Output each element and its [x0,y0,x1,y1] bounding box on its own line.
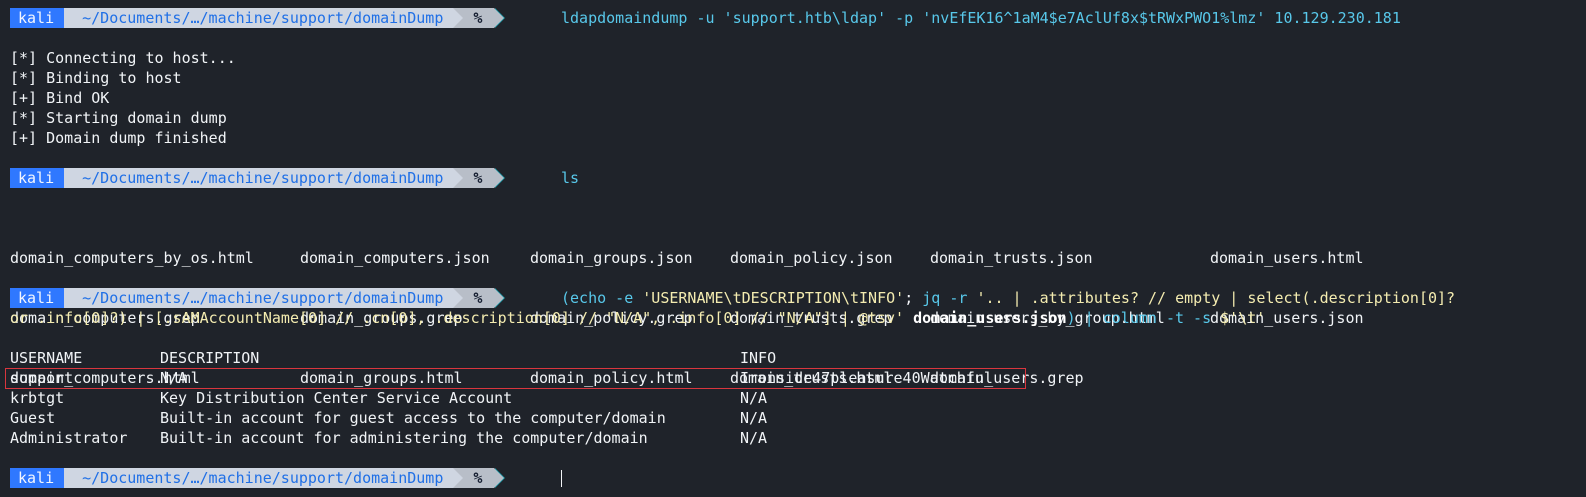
shell-prompt: kali ~/Documents/…/machine/support/domai… [10,168,506,188]
cell-username: Guest [10,409,56,427]
column-header: INFO [740,349,777,367]
output-line: [+] Domain dump finished [10,129,227,147]
output-line: [*] Starting domain dump [10,109,227,127]
prompt-user: kali [10,8,65,28]
text-cursor[interactable] [561,470,562,487]
output-line: [*] Binding to host [10,69,182,87]
file-item: domain_computers.json [300,249,490,267]
prompt-path: ~/Documents/…/machine/support/domainDump [64,288,464,308]
prompt-user: kali [10,168,65,188]
cell-info: N/A [740,389,768,407]
shell-prompt: kali ~/Documents/…/machine/support/domai… [10,468,506,488]
command-text-continued: or .info[0]?) | [.sAMAccountName[0] // .… [10,309,1266,327]
command-text: (echo -e 'USERNAME\tDESCRIPTION\tINFO'; … [561,289,1456,307]
prompt-user: kali [10,288,65,308]
prompt-path: ~/Documents/…/machine/support/domainDump [64,168,464,188]
file-item: domain_policy.json [730,249,893,267]
prompt-path: ~/Documents/…/machine/support/domainDump [64,8,464,28]
command-text: ldapdomaindump -u 'support.htb\ldap' -p … [561,9,1401,27]
output-line: [*] Connecting to host... [10,49,236,67]
shell-prompt: kali ~/Documents/…/machine/support/domai… [10,288,506,308]
table-row: Guest Built-in account for guest access … [10,408,1110,428]
cell-username: Administrator [10,429,128,447]
table-row: krbtgt Key Distribution Center Service A… [10,388,1110,408]
shell-prompt: kali ~/Documents/…/machine/support/domai… [10,8,506,28]
prompt-path: ~/Documents/…/machine/support/domainDump [64,468,464,488]
output-line: [+] Bind OK [10,89,110,107]
file-item: domain_groups.json [530,249,693,267]
table-header: USERNAME DESCRIPTION INFO [10,348,1110,368]
terminal-window[interactable]: kali ~/Documents/…/machine/support/domai… [0,0,1586,497]
table-row: Administrator Built-in account for admin… [10,428,1110,448]
prompt-user: kali [10,468,65,488]
file-item: domain_trusts.json [930,249,1093,267]
cell-info: N/A [740,429,768,447]
column-header: USERNAME [10,349,83,367]
file-item: domain_computers_by_os.html [10,249,254,267]
cell-username: krbtgt [10,389,65,407]
highlight-box [5,368,1026,389]
column-header: DESCRIPTION [160,349,260,367]
cell-description: Key Distribution Center Service Account [160,389,513,407]
command-text: ls [561,169,580,187]
cell-description: Built-in account for guest access to the… [160,409,666,427]
file-item: domain_users.html [1210,249,1364,267]
cell-info: N/A [740,409,768,427]
cell-description: Built-in account for administering the c… [160,429,648,447]
